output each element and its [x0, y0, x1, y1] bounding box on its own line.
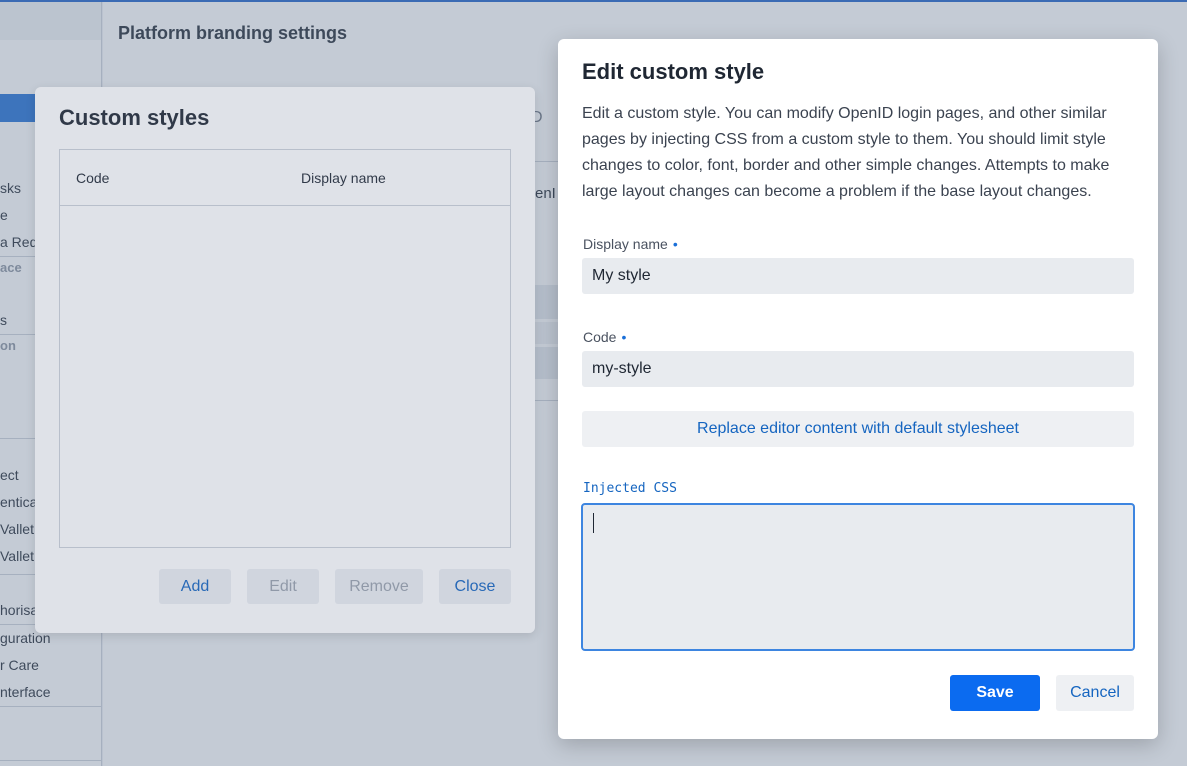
dialog-title: Edit custom style [582, 59, 765, 84]
code-label-text: Code [583, 329, 617, 345]
code-label: Code • [583, 329, 626, 345]
required-indicator: • [621, 329, 627, 345]
edit-custom-style-dialog: Edit custom style Edit a custom style. Y… [558, 39, 1158, 739]
inactive-dialog-shade [35, 87, 535, 633]
display-name-label: Display name • [583, 236, 678, 252]
text-caret [593, 513, 594, 533]
required-indicator: • [672, 236, 678, 252]
display-name-input[interactable] [582, 258, 1134, 294]
injected-css-editor[interactable] [581, 503, 1135, 651]
display-name-label-text: Display name [583, 236, 668, 252]
save-button[interactable]: Save [950, 675, 1040, 711]
code-input[interactable] [582, 351, 1134, 387]
cancel-button[interactable]: Cancel [1056, 675, 1134, 711]
replace-with-default-stylesheet-button[interactable]: Replace editor content with default styl… [582, 411, 1134, 447]
dialog-description: Edit a custom style. You can modify Open… [582, 105, 1110, 200]
injected-css-label: Injected CSS [583, 481, 677, 496]
